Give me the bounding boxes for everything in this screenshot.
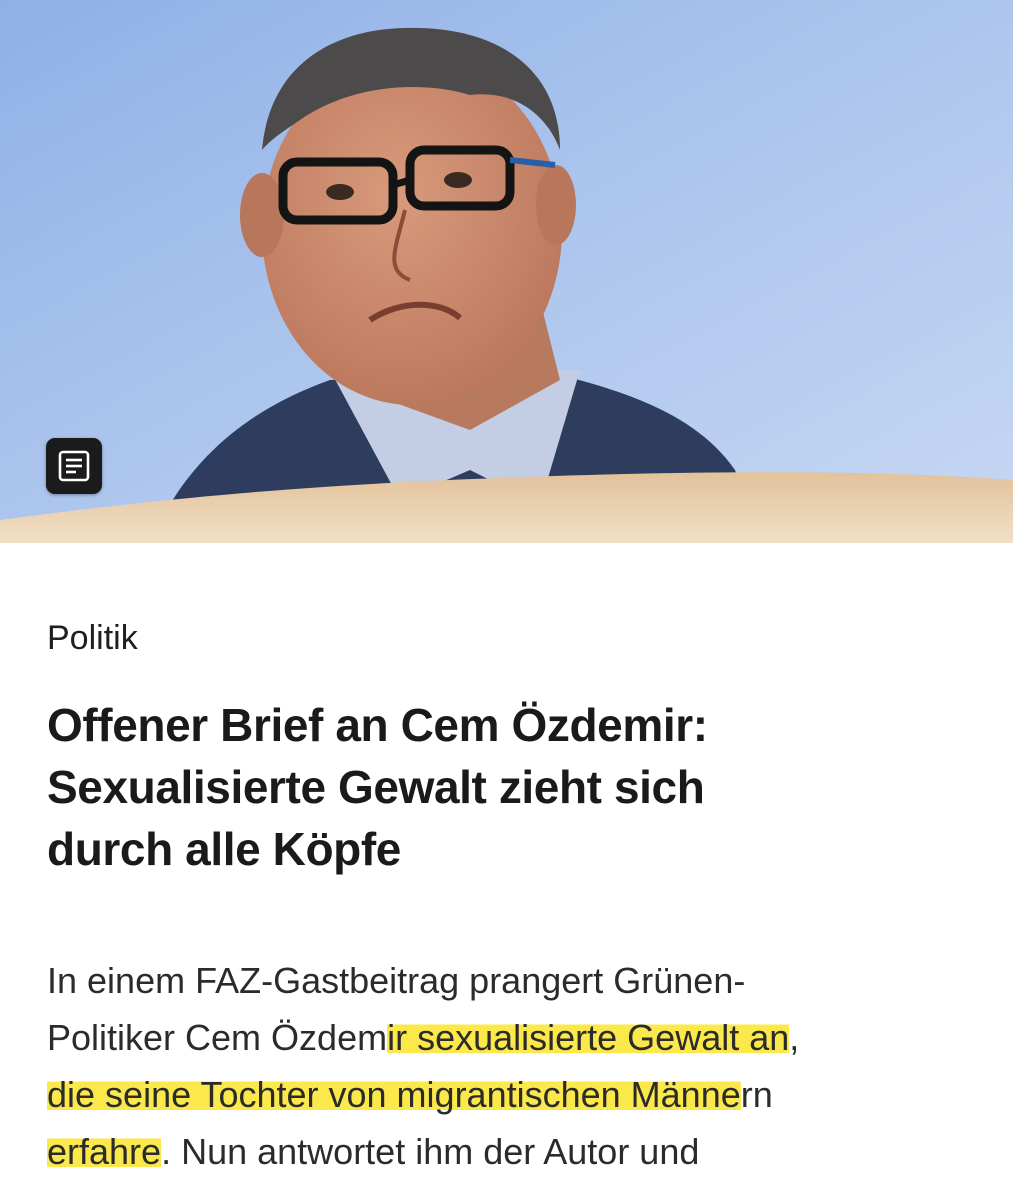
highlighted-text: die seine Tochter von migrantischen Männ… (47, 1074, 741, 1115)
article-teaser: In einem FAZ-Gastbeitrag prangert Grünen… (47, 952, 977, 1180)
headline-line: durch alle Köpfe (47, 823, 401, 875)
teaser-line: erfahre. Nun antwortet ihm der Autor und (47, 1123, 977, 1180)
teaser-text: . Nun antwortet ihm der Autor und (161, 1131, 700, 1172)
article-document-icon[interactable] (46, 438, 102, 494)
teaser-line: Politiker Cem Özdemir sexualisierte Gewa… (47, 1009, 977, 1066)
teaser-line: In einem FAZ-Gastbeitrag prangert Grünen… (47, 960, 746, 1001)
highlighted-text: erfahre (47, 1131, 162, 1172)
article-category[interactable]: Politik (47, 618, 138, 658)
headline-line: Offener Brief an Cem Özdemir: (47, 699, 708, 751)
highlighted-text: ir sexualisierte Gewalt an (387, 1017, 790, 1058)
headline-line: Sexualisierte Gewalt zieht sich (47, 761, 705, 813)
teaser-line: die seine Tochter von migrantischen Männ… (47, 1066, 977, 1123)
teaser-text: , (789, 1017, 800, 1058)
hero-photo (0, 0, 1013, 543)
article-headline[interactable]: Offener Brief an Cem Özdemir: Sexualisie… (47, 694, 947, 880)
teaser-text: Politiker Cem Özdem (47, 1017, 388, 1058)
hero-image (0, 0, 1013, 543)
teaser-text: rn (740, 1074, 773, 1115)
